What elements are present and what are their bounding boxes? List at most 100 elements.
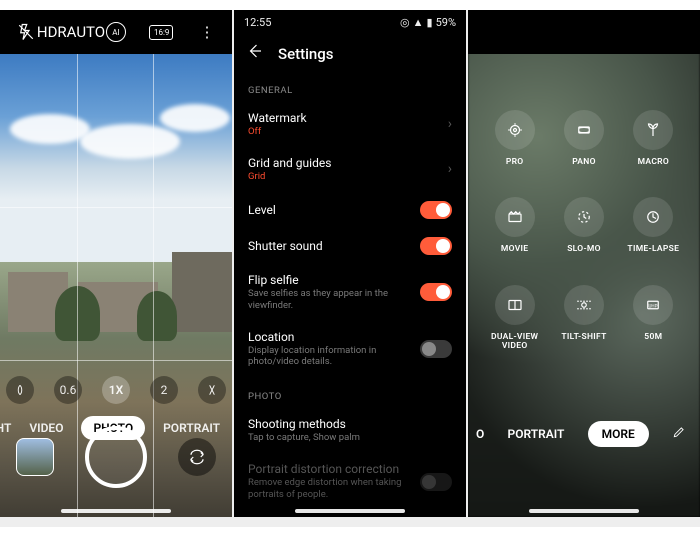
settings-list[interactable]: GENERALWatermarkOff›Grid and guidesGrid›… bbox=[234, 79, 466, 517]
mode-pano[interactable]: PANO bbox=[564, 110, 604, 167]
settings-title: Settings bbox=[278, 45, 334, 63]
setting-title: Portrait distortion correction bbox=[248, 462, 418, 476]
timelapse-icon bbox=[633, 197, 673, 237]
kebab-icon: ⋮ bbox=[200, 23, 213, 41]
pencil-icon bbox=[672, 425, 686, 439]
toggle[interactable] bbox=[420, 237, 452, 255]
svg-text:UHP: UHP bbox=[649, 303, 658, 309]
setting-title: Watermark bbox=[248, 111, 307, 125]
mode-label: PRO bbox=[506, 158, 524, 167]
macro-icon bbox=[633, 110, 673, 150]
hdr-toggle[interactable]: HDR AUTO bbox=[57, 18, 85, 46]
last-photo-thumbnail[interactable] bbox=[16, 438, 54, 476]
setting-shutter-sound[interactable]: Shutter sound bbox=[234, 228, 466, 264]
mode-cutoff[interactable]: O bbox=[476, 427, 484, 441]
gesture-home-indicator[interactable] bbox=[529, 509, 639, 513]
lens-macro-button[interactable] bbox=[6, 376, 34, 404]
pano-icon bbox=[564, 110, 604, 150]
camera-viewfinder-screen: HDR AUTO AI 16:9 ⋮ bbox=[0, 10, 232, 517]
zoom-0-6x[interactable]: 0.6 bbox=[54, 376, 82, 404]
mode-more[interactable]: MORE bbox=[588, 421, 649, 447]
setting-location[interactable]: LocationDisplay location information in … bbox=[234, 321, 466, 378]
mode-uhp[interactable]: UHP 50M bbox=[633, 285, 673, 352]
shutter-button[interactable] bbox=[85, 426, 147, 488]
setting-title: Shooting methods bbox=[248, 417, 360, 431]
pro-icon bbox=[495, 110, 535, 150]
status-time: 12:55 bbox=[244, 16, 271, 29]
setting-subtitle: Remove edge distortion when taking portr… bbox=[248, 477, 418, 501]
gesture-home-indicator[interactable] bbox=[61, 509, 171, 513]
movie-icon bbox=[495, 197, 535, 237]
zoom-controls: 0.6 1X 2 bbox=[0, 376, 232, 404]
toggle[interactable] bbox=[420, 283, 452, 301]
viewfinder[interactable]: 0.6 1X 2 IGHT VIDEO PHOTO PORTRAIT bbox=[0, 54, 232, 517]
camera-more-modes-screen: PRO PANO MACRO MOVIE SLO-MO TIME-LAPSE DUAL-VI… bbox=[468, 10, 700, 517]
uhp-icon: UHP bbox=[633, 285, 673, 325]
ai-scene-toggle[interactable]: AI bbox=[102, 18, 130, 46]
signal-icon: ▲ bbox=[413, 16, 424, 29]
mode-tiltshift[interactable]: TILT-SHIFT bbox=[561, 285, 606, 352]
setting-grid-and-guides[interactable]: Grid and guidesGrid› bbox=[234, 147, 466, 192]
mode-label: SLO-MO bbox=[567, 245, 601, 254]
camera-settings-screen: 12:55 ◎ ▲ ▮ 59% Settings GENERALWatermar… bbox=[234, 10, 466, 517]
aspect-ratio-toggle[interactable]: 16:9 bbox=[147, 18, 175, 46]
back-button[interactable] bbox=[246, 42, 264, 65]
setting-level[interactable]: Level bbox=[234, 192, 466, 228]
zoom-1x[interactable]: 1X bbox=[102, 376, 130, 404]
chevron-right-icon: › bbox=[448, 116, 452, 132]
mode-label: TIME-LAPSE bbox=[627, 245, 679, 254]
settings-header: Settings bbox=[234, 34, 466, 79]
toggle[interactable] bbox=[420, 340, 452, 358]
mode-slomo[interactable]: SLO-MO bbox=[564, 197, 604, 254]
gesture-home-indicator[interactable] bbox=[295, 509, 405, 513]
mode-movie[interactable]: MOVIE bbox=[495, 197, 535, 254]
zoom-2x[interactable]: 2 bbox=[150, 376, 178, 404]
setting-title: Location bbox=[248, 330, 418, 344]
setting-subtitle: Off bbox=[248, 126, 307, 138]
mode-timelapse[interactable]: TIME-LAPSE bbox=[627, 197, 679, 254]
slomo-icon bbox=[564, 197, 604, 237]
wide-lens-icon bbox=[13, 383, 27, 397]
toggle bbox=[420, 473, 452, 491]
setting-title: Level bbox=[248, 203, 276, 217]
arrow-left-icon bbox=[246, 42, 264, 60]
mode-dualview[interactable]: DUAL-VIEWVIDEO bbox=[491, 285, 538, 352]
status-bar: 12:55 ◎ ▲ ▮ 59% bbox=[234, 10, 466, 34]
setting-title: Flip selfie bbox=[248, 273, 418, 287]
mode-grid: PRO PANO MACRO MOVIE SLO-MO TIME-LAPSE DUAL-VI… bbox=[468, 110, 700, 351]
ai-icon: AI bbox=[106, 22, 126, 42]
shutter-area bbox=[0, 407, 232, 507]
tiltshift-icon bbox=[564, 285, 604, 325]
mode-label: MACRO bbox=[638, 158, 669, 167]
mode-label: TILT-SHIFT bbox=[561, 333, 606, 342]
mode-pro[interactable]: PRO bbox=[495, 110, 535, 167]
battery-percent: 59% bbox=[436, 16, 456, 29]
mode-portrait[interactable]: PORTRAIT bbox=[508, 427, 565, 441]
setting-portrait-distortion-correction[interactable]: Portrait distortion correctionRemove edg… bbox=[234, 453, 466, 510]
camera-top-bar: HDR AUTO AI 16:9 ⋮ bbox=[0, 10, 232, 54]
mode-label: DUAL-VIEWVIDEO bbox=[491, 333, 538, 352]
mode-strip[interactable]: O PORTRAIT MORE bbox=[468, 421, 700, 447]
chevron-right-icon: › bbox=[448, 161, 452, 177]
mode-label: PANO bbox=[572, 158, 596, 167]
flash-toggle[interactable] bbox=[12, 18, 40, 46]
hdr-label-bottom: AUTO bbox=[67, 25, 105, 40]
flash-off-icon bbox=[17, 23, 35, 41]
toggle[interactable] bbox=[420, 201, 452, 219]
battery-icon: ▮ bbox=[427, 16, 433, 29]
mode-macro[interactable]: MACRO bbox=[633, 110, 673, 167]
setting-title: Shutter sound bbox=[248, 239, 323, 253]
dualview-icon bbox=[495, 285, 535, 325]
edit-modes-button[interactable] bbox=[672, 425, 686, 443]
hdr-label-top: HDR bbox=[37, 25, 67, 40]
setting-shooting-methods[interactable]: Shooting methodsTap to capture, Show pal… bbox=[234, 408, 466, 453]
switch-camera-button[interactable] bbox=[178, 438, 216, 476]
setting-flip-selfie[interactable]: Flip selfieSave selfies as they appear i… bbox=[234, 264, 466, 321]
setting-watermark[interactable]: WatermarkOff › bbox=[234, 102, 466, 147]
section-label: GENERAL bbox=[234, 79, 466, 102]
setting-title: Grid and guides bbox=[248, 156, 331, 170]
camera-overflow-menu[interactable]: ⋮ bbox=[192, 18, 220, 46]
section-label: PHOTO bbox=[234, 385, 466, 408]
mode-label: 50M bbox=[644, 333, 662, 342]
lens-tele-button[interactable] bbox=[198, 376, 226, 404]
